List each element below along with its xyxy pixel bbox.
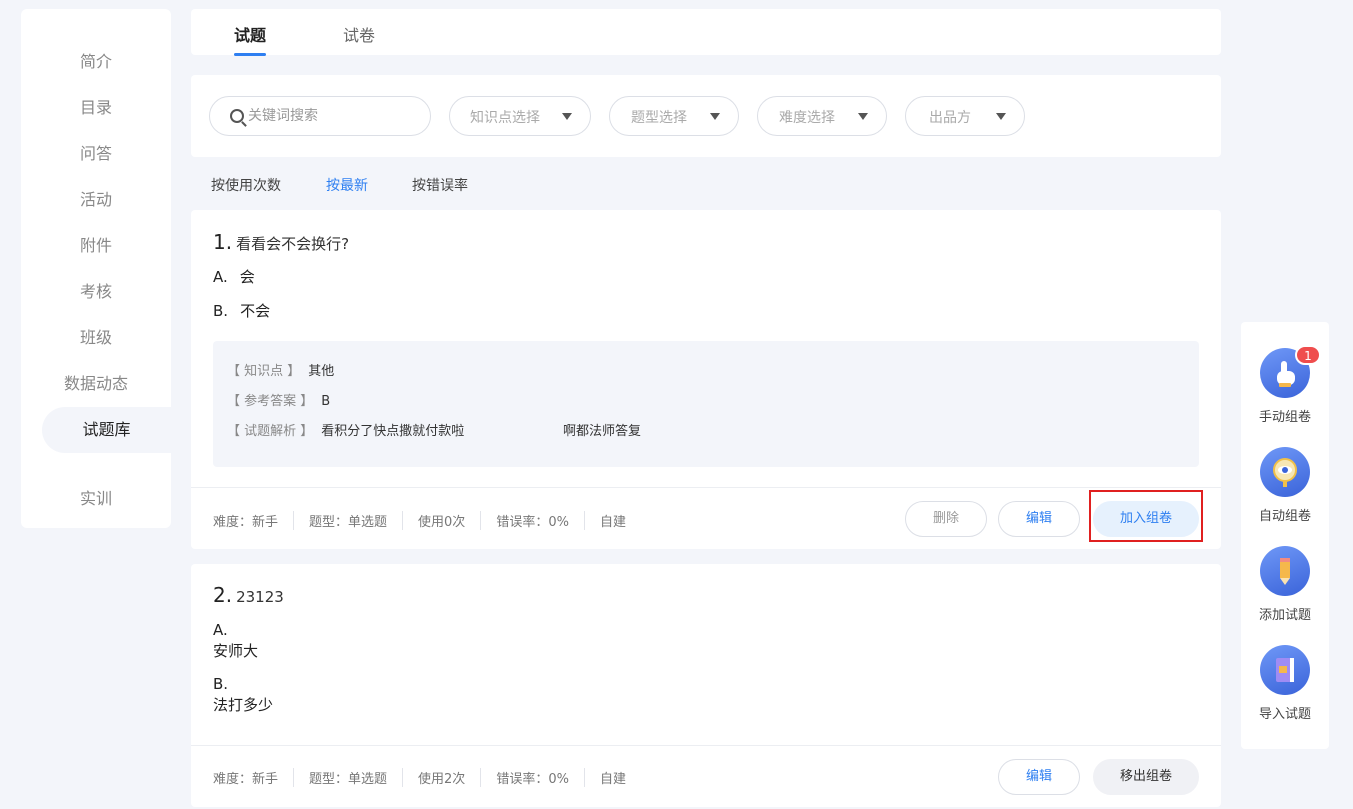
question-card-2: 2. 23123 A. 安师大 B. 法打多少 难度：新手 题型：单选题 使用2次… bbox=[191, 564, 1221, 807]
sidebar-item-training[interactable]: 实训 bbox=[21, 476, 171, 522]
knowledge-select-label: 知识点选择 bbox=[470, 110, 540, 126]
meta-usage: 使用2次 bbox=[402, 768, 480, 787]
sort-by-error-rate[interactable]: 按错误率 bbox=[412, 175, 468, 195]
option-b: B. 法打多少 bbox=[213, 674, 273, 716]
question-number: 2. bbox=[213, 583, 233, 607]
sidebar-item-catalog[interactable]: 目录 bbox=[21, 85, 171, 131]
manual-compose-badge: 1 bbox=[1295, 345, 1321, 365]
meta-difficulty: 难度：新手 bbox=[213, 772, 279, 787]
sidebar-item-activity[interactable]: 活动 bbox=[21, 177, 171, 223]
difficulty-select-label: 难度选择 bbox=[779, 110, 835, 126]
meta-error-rate: 错误率：0% bbox=[480, 511, 584, 530]
card-divider bbox=[191, 745, 1221, 746]
option-a: A. 安师大 bbox=[213, 620, 258, 662]
option-a: A. 会 bbox=[213, 266, 255, 287]
search-input[interactable] bbox=[248, 106, 418, 126]
active-tab-indicator bbox=[234, 53, 266, 56]
tab-bar: 试题 试卷 bbox=[191, 9, 1221, 56]
edit-button[interactable]: 编辑 bbox=[998, 501, 1080, 537]
meta-source: 自建 bbox=[583, 511, 641, 530]
difficulty-select[interactable]: 难度选择 bbox=[757, 96, 887, 136]
delete-button[interactable]: 删除 bbox=[905, 501, 987, 537]
answer-analysis-panel: 【 知识点 】其他 【 参考答案 】 B 【 试题解析 】看积分了快点撒就付款啦 … bbox=[213, 341, 1199, 467]
question-meta: 难度：新手 题型：单选题 使用0次 错误率：0% 自建 bbox=[213, 511, 641, 530]
manual-compose-tool[interactable]: 1 手动组卷 bbox=[1241, 345, 1329, 425]
explanation-extra: 啊都法师答复 bbox=[563, 424, 642, 439]
caret-down-icon bbox=[996, 113, 1006, 120]
sidebar-item-data-trends[interactable]: 数据动态 bbox=[21, 361, 171, 407]
question-meta: 难度：新手 题型：单选题 使用2次 错误率：0% 自建 bbox=[213, 768, 641, 787]
knowledge-row: 【 知识点 】其他 bbox=[227, 360, 334, 379]
answer-label: 【 参考答案 】 bbox=[227, 394, 314, 409]
option-text: 法打多少 bbox=[213, 696, 274, 714]
add-question-label: 添加试题 bbox=[1258, 608, 1311, 623]
meta-usage: 使用0次 bbox=[402, 511, 480, 530]
caret-down-icon bbox=[858, 113, 868, 120]
option-letter: A. bbox=[213, 621, 228, 639]
highlight-box bbox=[1089, 490, 1203, 542]
sidebar-item-question-bank[interactable]: 试题库 bbox=[42, 407, 171, 453]
option-letter: A. bbox=[213, 268, 228, 286]
option-letter: B. bbox=[213, 675, 229, 693]
pencil-icon bbox=[1260, 546, 1310, 596]
option-b: B. 不会 bbox=[213, 300, 270, 321]
meta-source: 自建 bbox=[583, 768, 641, 787]
option-text: 不会 bbox=[240, 302, 271, 320]
tab-questions[interactable]: 试题 bbox=[234, 22, 266, 46]
hand-pointer-icon: 1 bbox=[1260, 345, 1321, 398]
sidebar-item-intro[interactable]: 简介 bbox=[21, 39, 171, 85]
question-text: 看看会不会换行? bbox=[236, 235, 350, 253]
publisher-select[interactable]: 出品方 bbox=[905, 96, 1025, 136]
remove-from-paper-button[interactable]: 移出组卷 bbox=[1093, 759, 1199, 795]
caret-down-icon bbox=[710, 113, 720, 120]
explanation-label: 【 试题解析 】 bbox=[227, 424, 314, 439]
sort-by-newest[interactable]: 按最新 bbox=[326, 175, 368, 195]
sidebar-item-class[interactable]: 班级 bbox=[21, 315, 171, 361]
sort-by-usage[interactable]: 按使用次数 bbox=[211, 175, 281, 195]
auto-compose-tool[interactable]: 自动组卷 bbox=[1241, 447, 1329, 524]
meta-type: 题型：单选题 bbox=[293, 511, 402, 530]
meta-difficulty: 难度：新手 bbox=[213, 515, 279, 530]
question-card-1: 1. 看看会不会换行? A. 会 B. 不会 【 知识点 】其他 【 参考答案 】 B … bbox=[191, 210, 1221, 549]
explanation-value: 看积分了快点撒就付款啦 bbox=[321, 424, 465, 439]
caret-down-icon bbox=[562, 113, 572, 120]
publisher-select-label: 出品方 bbox=[929, 110, 971, 126]
auto-compose-label: 自动组卷 bbox=[1258, 509, 1311, 524]
answer-value: B bbox=[321, 394, 331, 409]
knowledge-label: 【 知识点 】 bbox=[227, 364, 301, 379]
type-select[interactable]: 题型选择 bbox=[609, 96, 739, 136]
question-number: 1. bbox=[213, 230, 233, 254]
option-letter: B. bbox=[213, 302, 229, 320]
tab-papers[interactable]: 试卷 bbox=[343, 22, 375, 46]
answer-row: 【 参考答案 】 B bbox=[227, 390, 330, 409]
search-box[interactable] bbox=[209, 96, 431, 136]
question-title: 2. 23123 bbox=[213, 583, 284, 607]
tool-panel: 1 手动组卷 自动组卷 添加试题 导入试题 bbox=[1241, 322, 1329, 749]
meta-error-rate: 错误率：0% bbox=[480, 768, 584, 787]
question-title: 1. 看看会不会换行? bbox=[213, 230, 349, 254]
explanation-row: 【 试题解析 】看积分了快点撒就付款啦 bbox=[227, 420, 464, 439]
card-divider bbox=[191, 487, 1221, 488]
eye-magnifier-icon bbox=[1260, 447, 1310, 497]
edit-button[interactable]: 编辑 bbox=[998, 759, 1080, 795]
sidebar-item-qa[interactable]: 问答 bbox=[21, 131, 171, 177]
search-icon bbox=[230, 109, 244, 123]
type-select-label: 题型选择 bbox=[631, 110, 687, 126]
filter-bar: 知识点选择 题型选择 难度选择 出品方 bbox=[191, 75, 1221, 157]
import-question-tool[interactable]: 导入试题 bbox=[1241, 645, 1329, 722]
option-text: 安师大 bbox=[213, 642, 259, 660]
manual-compose-label: 手动组卷 bbox=[1258, 410, 1311, 425]
notebook-import-icon bbox=[1260, 645, 1310, 695]
import-question-label: 导入试题 bbox=[1258, 707, 1311, 722]
knowledge-select[interactable]: 知识点选择 bbox=[449, 96, 591, 136]
sidebar-item-attachment[interactable]: 附件 bbox=[21, 223, 171, 269]
meta-type: 题型：单选题 bbox=[293, 768, 402, 787]
option-text: 会 bbox=[239, 268, 255, 286]
sidebar-item-assessment[interactable]: 考核 bbox=[21, 269, 171, 315]
question-text: 23123 bbox=[236, 588, 284, 606]
knowledge-value: 其他 bbox=[308, 364, 335, 379]
add-question-tool[interactable]: 添加试题 bbox=[1241, 546, 1329, 623]
